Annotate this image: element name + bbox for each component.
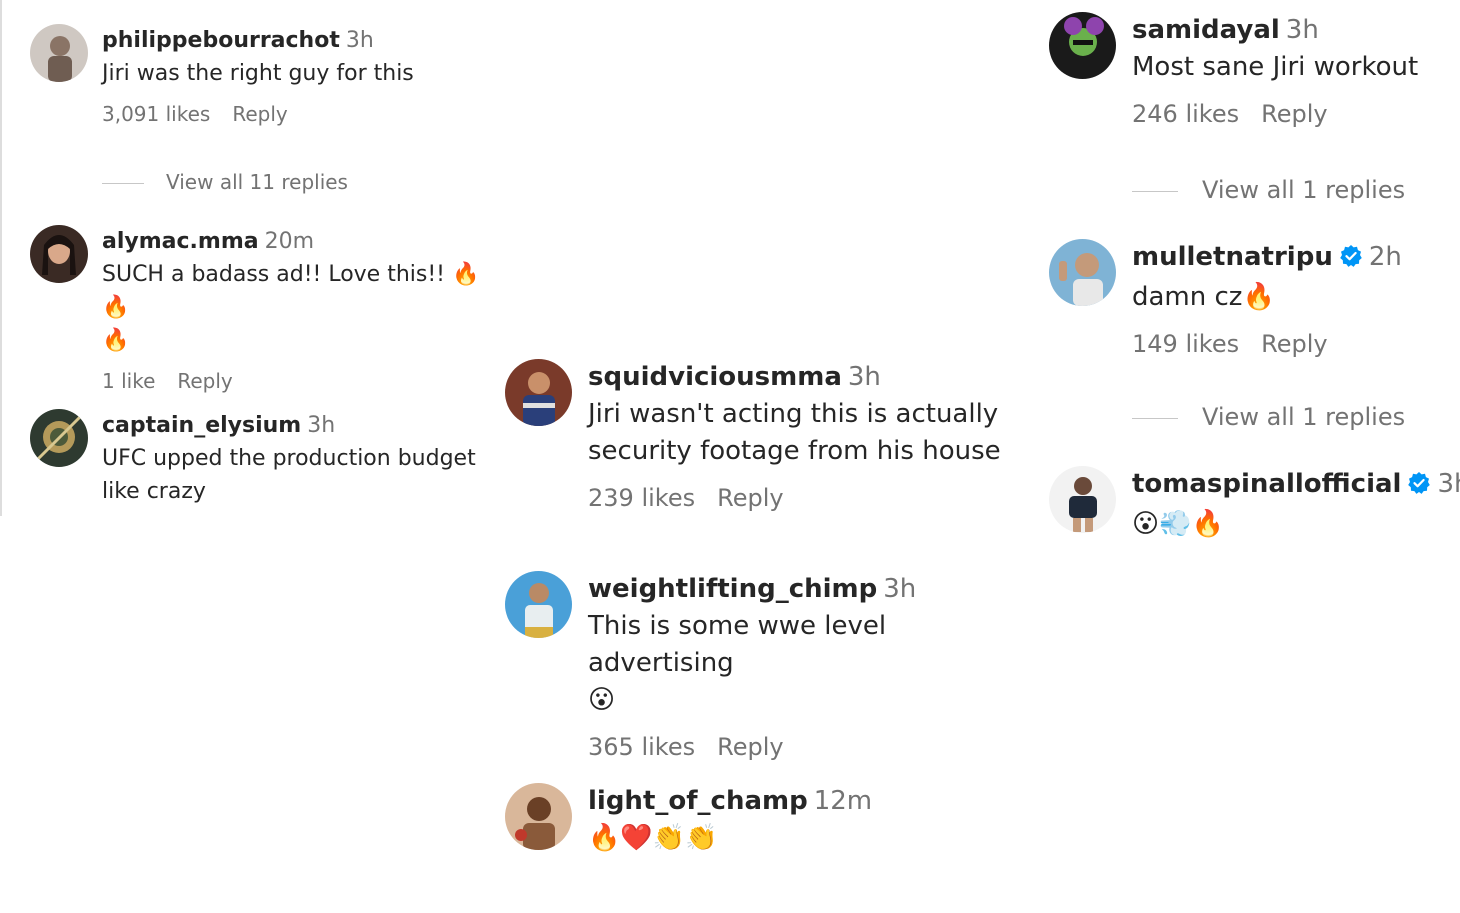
timestamp[interactable]: 3h [346, 28, 374, 53]
comment-text: 🔥❤️👏👏 [588, 823, 718, 853]
comment-meta: 239 likes Reply [588, 484, 1001, 512]
avatar[interactable] [1049, 239, 1116, 306]
comment-meta: 149 likes Reply [1132, 330, 1402, 358]
left-comment-column: philippebourrachot 3h Jiri was the right … [0, 0, 500, 516]
reply-button[interactable]: Reply [232, 102, 287, 126]
avatar[interactable] [30, 409, 88, 467]
timestamp[interactable]: 12m [814, 786, 872, 816]
comment-header: light_of_champ 12m [588, 783, 872, 820]
comment-text: Jiri was the right guy for this [102, 61, 414, 86]
divider [1132, 190, 1178, 192]
timestamp[interactable]: 3h [848, 362, 881, 392]
username[interactable]: captain_elysium [102, 413, 301, 438]
likes-count[interactable]: 149 likes [1132, 330, 1239, 358]
comment-header: alymac.mma 20m [102, 225, 500, 258]
comment-header: weightlifting_chimp 3h [588, 571, 1035, 608]
comment-text-continued: 😮 [588, 685, 616, 715]
verified-badge-icon [1339, 242, 1363, 279]
avatar[interactable] [505, 571, 572, 638]
comment-meta: 1 like Reply [102, 369, 500, 393]
likes-count[interactable]: 365 likes [588, 733, 695, 761]
username[interactable]: mulletnatripu [1132, 242, 1333, 272]
timestamp[interactable]: 2h [1369, 242, 1402, 272]
comment-text: 😮💨🔥 [1132, 509, 1224, 539]
avatar[interactable] [30, 24, 88, 82]
reply-button[interactable]: Reply [717, 484, 783, 512]
comment-text: Jiri wasn't acting this is actually [588, 399, 999, 429]
timestamp[interactable]: 3h [307, 413, 335, 438]
reply-button[interactable]: Reply [177, 369, 232, 393]
comment-header: captain_elysium 3h [102, 409, 476, 442]
view-replies-label: View all 1 replies [1202, 403, 1406, 431]
reply-button[interactable]: Reply [1261, 330, 1327, 358]
likes-count[interactable]: 246 likes [1132, 100, 1239, 128]
comment-header: samidayal 3h [1132, 12, 1418, 49]
comment-text-continued: security footage from his house [588, 436, 1001, 466]
comment-header: tomaspinallofficial 3h [1132, 466, 1460, 506]
view-replies-button[interactable]: View all 1 replies [1132, 403, 1405, 431]
comment-header: squidviciousmma 3h [588, 359, 1001, 396]
divider [102, 183, 144, 184]
comment-text: SUCH a badass ad!! Love this!! 🔥🔥 [102, 262, 480, 320]
timestamp[interactable]: 20m [265, 229, 314, 254]
verified-badge-icon [1407, 469, 1431, 506]
comment-text: damn cz🔥 [1132, 282, 1275, 312]
timestamp[interactable]: 3h [883, 574, 916, 604]
comment-meta: 365 likes Reply [588, 733, 1035, 761]
comment-text-continued: like crazy [102, 479, 206, 504]
likes-count[interactable]: 1 like [102, 369, 155, 393]
username[interactable]: alymac.mma [102, 229, 259, 254]
avatar[interactable] [30, 225, 88, 283]
timestamp[interactable]: 3h [1437, 469, 1460, 499]
username[interactable]: tomaspinallofficial [1132, 469, 1401, 499]
view-replies-label: View all 1 replies [1202, 176, 1406, 204]
avatar[interactable] [1049, 12, 1116, 79]
reply-button[interactable]: Reply [1261, 100, 1327, 128]
view-replies-label: View all 11 replies [166, 170, 348, 194]
comment-text: Most sane Jiri workout [1132, 52, 1419, 82]
username[interactable]: squidviciousmma [588, 362, 842, 392]
divider [1132, 417, 1178, 419]
avatar[interactable] [1049, 466, 1116, 533]
comment-header: philippebourrachot 3h [102, 24, 414, 57]
comment-text: UFC upped the production budget [102, 446, 476, 471]
avatar[interactable] [505, 783, 572, 850]
username[interactable]: weightlifting_chimp [588, 574, 877, 604]
username[interactable]: philippebourrachot [102, 28, 340, 53]
likes-count[interactable]: 3,091 likes [102, 102, 210, 126]
comment-text: This is some wwe level advertising [588, 611, 887, 678]
comment-text-continued: 🔥 [102, 328, 130, 353]
reply-button[interactable]: Reply [717, 733, 783, 761]
avatar[interactable] [505, 359, 572, 426]
view-replies-button[interactable]: View all 11 replies [102, 170, 348, 194]
comment-header: mulletnatripu 2h [1132, 239, 1402, 279]
username[interactable]: samidayal [1132, 15, 1280, 45]
likes-count[interactable]: 239 likes [588, 484, 695, 512]
comment-meta: 3,091 likes Reply [102, 102, 414, 126]
timestamp[interactable]: 3h [1286, 15, 1319, 45]
username[interactable]: light_of_champ [588, 786, 808, 816]
comment-meta: 246 likes Reply [1132, 100, 1418, 128]
view-replies-button[interactable]: View all 1 replies [1132, 176, 1405, 204]
